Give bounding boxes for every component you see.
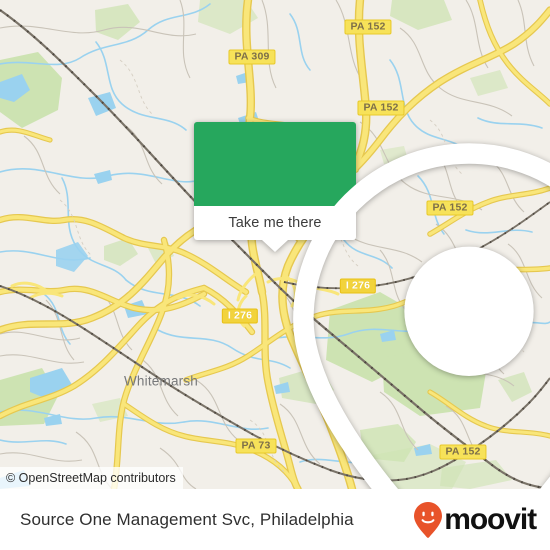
moovit-brand-logo[interactable]: moovit bbox=[413, 501, 537, 539]
location-info-card[interactable]: Take me there bbox=[194, 122, 550, 489]
map-canvas[interactable]: PA 152PA 309PA 152PA 152I 276PA 152I 276… bbox=[0, 0, 550, 489]
osm-attribution[interactable]: © OpenStreetMap contributors bbox=[0, 467, 183, 489]
highway-shield: PA 152 bbox=[357, 100, 405, 116]
moovit-location-card: PA 152PA 309PA 152PA 152I 276PA 152I 276… bbox=[0, 0, 550, 550]
moovit-wordmark: moovit bbox=[444, 502, 537, 536]
place-label: Whitemarsh bbox=[123, 373, 199, 389]
highway-shield: PA 152 bbox=[344, 19, 392, 35]
card-image-area bbox=[194, 122, 550, 489]
footer-bar: Source One Management Svc, Philadelphia … bbox=[0, 489, 550, 550]
location-title: Source One Management Svc, Philadelphia bbox=[20, 509, 354, 529]
card-pointer-tail bbox=[262, 240, 288, 252]
moovit-smiley-pin-icon bbox=[414, 501, 443, 538]
map-pin-icon bbox=[293, 143, 550, 489]
highway-shield: PA 309 bbox=[228, 49, 276, 65]
